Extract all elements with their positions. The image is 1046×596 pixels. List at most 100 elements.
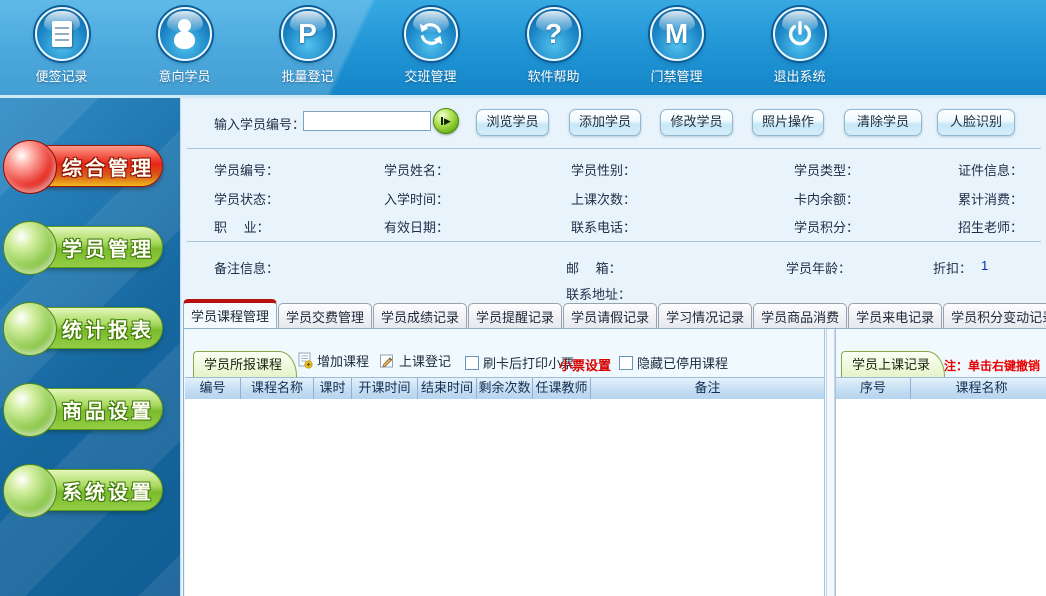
class-register-label: 上课登记 — [399, 351, 451, 370]
attendance-table-header: 序号 课程名称 — [836, 377, 1046, 400]
recruiter-label: 招生老师： — [958, 217, 1023, 236]
top-toolbar: 便签记录 意向学员 P 批量登记 交班管理 — [0, 0, 1046, 98]
go-button[interactable]: ▶ — [433, 108, 459, 134]
face-recognition-button[interactable]: 人脸识别 — [937, 109, 1015, 136]
toolbar-item-exit-system[interactable]: 退出系统 — [738, 0, 861, 85]
toolbar-item-label: 软件帮助 — [527, 66, 579, 85]
column-header-number[interactable]: 编号 — [185, 378, 241, 399]
address-label: 联系地址： — [566, 284, 631, 303]
student-gender-label: 学员性别： — [571, 160, 636, 179]
refresh-icon — [404, 7, 458, 61]
hide-disabled-checkbox[interactable] — [619, 356, 633, 370]
person-icon — [158, 7, 212, 61]
sidebar-item-product-settings[interactable]: 商品设置 — [3, 383, 165, 435]
toolbar-item-shift-management[interactable]: 交班管理 — [369, 0, 492, 85]
sidebar-item-system-settings[interactable]: 系统设置 — [3, 464, 165, 516]
record-tabbar: 学员课程管理 学员交费管理 学员成绩记录 学员提醒记录 学员请假记录 学习情况记… — [183, 304, 1046, 328]
tab-leave-records[interactable]: 学员请假记录 — [563, 303, 657, 328]
green-sphere-icon — [3, 383, 57, 437]
phone-label: 联系电话： — [571, 217, 636, 236]
print-ticket-option: 刷卡后打印小票 — [465, 353, 574, 372]
letter-p-icon: P — [281, 7, 335, 61]
photo-operation-button[interactable]: 照片操作 — [752, 109, 824, 136]
tab-course-management[interactable]: 学员课程管理 — [183, 299, 277, 328]
add-course-icon — [297, 352, 313, 369]
power-icon — [773, 7, 827, 61]
add-course-label: 增加课程 — [317, 351, 369, 370]
class-count-label: 上课次数： — [571, 189, 636, 208]
courses-table-body[interactable] — [185, 399, 824, 596]
tab-product-consumption[interactable]: 学员商品消费 — [753, 303, 847, 328]
add-student-button[interactable]: 添加学员 — [569, 109, 641, 136]
red-sphere-icon — [3, 140, 57, 194]
column-header-remarks[interactable]: 备注 — [591, 378, 824, 399]
column-header-start-time[interactable]: 开课时间 — [352, 378, 418, 399]
sidebar-item-statistics-reports[interactable]: 统计报表 — [3, 302, 165, 354]
attendance-table-body[interactable] — [836, 399, 1046, 596]
modify-student-button[interactable]: 修改学员 — [660, 109, 733, 136]
id-info-label: 证件信息： — [958, 160, 1023, 179]
hide-disabled-option: 隐藏已停用课程 — [619, 353, 728, 372]
class-register-button[interactable]: 上课登记 — [379, 351, 451, 370]
clear-student-button[interactable]: 清除学员 — [844, 109, 922, 136]
toolbar-item-access-control[interactable]: M 门禁管理 — [615, 0, 738, 85]
toolbar-item-label: 批量登记 — [281, 66, 333, 85]
sidebar-item-general-management[interactable]: 综合管理 — [3, 140, 165, 192]
hide-disabled-label: 隐藏已停用课程 — [637, 353, 728, 372]
enroll-date-label: 入学时间： — [384, 189, 449, 208]
tab-grade-records[interactable]: 学员成绩记录 — [373, 303, 467, 328]
student-id-input[interactable] — [303, 111, 431, 131]
play-icon: ▶ — [444, 116, 451, 127]
tab-study-status-records[interactable]: 学习情况记录 — [658, 303, 752, 328]
column-header-class-hours[interactable]: 课时 — [314, 378, 352, 399]
student-type-label: 学员类型： — [794, 160, 859, 179]
right-click-undo-note: 注：单击右键撤销 — [944, 357, 1040, 374]
letter-m-icon: M — [650, 7, 704, 61]
browse-student-button[interactable]: 浏览学员 — [476, 109, 549, 136]
student-id-label: 学员编号： — [214, 160, 279, 179]
student-age-label: 学员年龄： — [786, 258, 851, 277]
toolbar-item-batch-register[interactable]: P 批量登记 — [246, 0, 369, 85]
tab-reminder-records[interactable]: 学员提醒记录 — [468, 303, 562, 328]
enrolled-courses-pane: 学员所报课程 增加课程 上课登记 — [185, 329, 825, 596]
tab-payment-management[interactable]: 学员交费管理 — [278, 303, 372, 328]
green-sphere-icon — [3, 464, 57, 518]
column-header-serial[interactable]: 序号 — [836, 378, 911, 399]
ticket-settings-link[interactable]: 小票设置 — [559, 355, 611, 374]
main-content: 输入学员编号： ▶ 浏览学员 添加学员 修改学员 照片操作 清除学员 人脸识别 … — [180, 98, 1046, 596]
note-icon — [35, 7, 89, 61]
occupation-label: 职 业： — [214, 217, 270, 236]
column-header-end-time[interactable]: 结束时间 — [418, 378, 477, 399]
remarks-label: 备注信息： — [214, 258, 279, 277]
student-status-label: 学员状态： — [214, 189, 279, 208]
separator — [187, 148, 1041, 149]
discount-value: 1 — [981, 258, 988, 273]
toolbar-item-help[interactable]: ? 软件帮助 — [492, 0, 615, 85]
subtab-enrolled-courses[interactable]: 学员所报课程 — [193, 351, 297, 377]
sidebar-item-student-management[interactable]: 学员管理 — [3, 221, 165, 273]
tab-points-change-records[interactable]: 学员积分变动记录 — [943, 303, 1046, 328]
vertical-scrollbar[interactable] — [826, 329, 835, 596]
toolbar-item-label: 便签记录 — [35, 66, 87, 85]
subtab-attendance-records[interactable]: 学员上课记录 — [841, 351, 945, 377]
toolbar-item-prospective-students[interactable]: 意向学员 — [123, 0, 246, 85]
valid-date-label: 有效日期： — [384, 217, 449, 236]
points-label: 学员积分： — [794, 217, 859, 236]
print-ticket-checkbox[interactable] — [465, 356, 479, 370]
register-pencil-icon — [379, 353, 395, 369]
course-management-panel: 学员所报课程 增加课程 上课登记 — [183, 328, 1046, 596]
add-course-button[interactable]: 增加课程 — [297, 351, 369, 370]
student-name-label: 学员姓名： — [384, 160, 449, 179]
toolbar-item-notes[interactable]: 便签记录 — [0, 0, 123, 85]
email-label: 邮 箱： — [566, 258, 622, 277]
attendance-records-pane: 学员上课记录 注：单击右键撤销 序号 课程名称 — [835, 329, 1046, 596]
column-header-remaining[interactable]: 剩余次数 — [477, 378, 533, 399]
toolbar-item-label: 意向学员 — [158, 66, 210, 85]
total-spent-label: 累计消费： — [958, 189, 1023, 208]
tab-call-records[interactable]: 学员来电记录 — [848, 303, 942, 328]
column-header-teacher[interactable]: 任课教师 — [533, 378, 591, 399]
column-header-course-name[interactable]: 课程名称 — [241, 378, 314, 399]
toolbar-item-label: 交班管理 — [404, 66, 456, 85]
column-header-course-name[interactable]: 课程名称 — [911, 378, 1046, 399]
sidebar-nav: 综合管理 学员管理 统计报表 商品设置 系统设置 — [0, 98, 180, 596]
